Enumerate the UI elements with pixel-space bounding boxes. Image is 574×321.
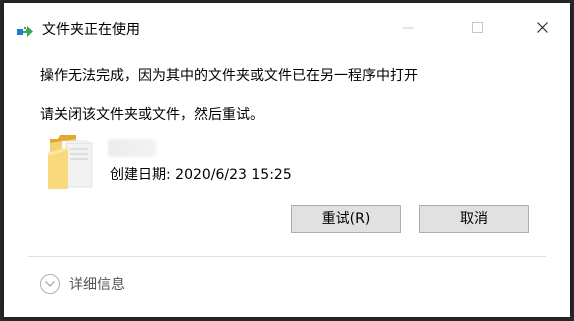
dialog-window: 文件夹正在使用 操作无法完成，因为其中的文件夹或文件已在另一程序中打开 请关闭该…	[4, 3, 570, 317]
cancel-button[interactable]: 取消	[419, 205, 529, 233]
title-bar[interactable]: 文件夹正在使用	[4, 3, 570, 51]
close-icon	[537, 22, 548, 33]
details-label: 详细信息	[69, 277, 125, 293]
maximize-icon	[472, 22, 483, 33]
transfer-icon	[17, 23, 35, 37]
maximize-button[interactable]	[455, 3, 501, 51]
window-title: 文件夹正在使用	[42, 22, 140, 38]
minimize-icon	[403, 27, 414, 29]
instruction-message: 请关闭该文件夹或文件，然后重试。	[40, 107, 264, 123]
error-message: 操作无法完成，因为其中的文件夹或文件已在另一程序中打开	[40, 68, 418, 84]
details-toggle[interactable]: 详细信息	[40, 273, 125, 295]
file-name-redacted	[108, 139, 156, 157]
divider	[28, 256, 546, 257]
created-date: 创建日期: 2020/6/23 15:25	[110, 167, 292, 183]
chevron-down-icon[interactable]	[40, 274, 60, 294]
retry-button[interactable]: 重试(R)	[291, 205, 401, 233]
minimize-button[interactable]	[386, 3, 432, 51]
folder-icon	[46, 133, 96, 189]
close-button[interactable]	[520, 3, 566, 51]
